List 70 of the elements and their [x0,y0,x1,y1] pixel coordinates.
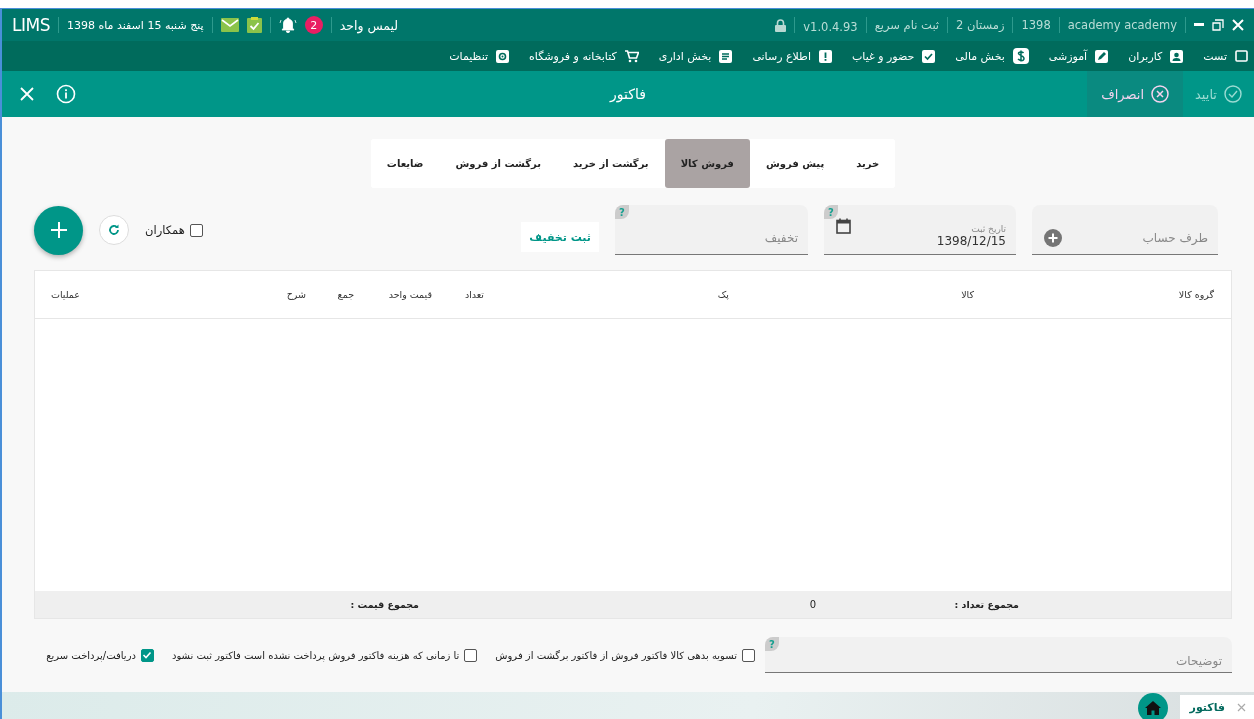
option-checkbox[interactable]: تسویه بدهی کالا فاکتور فروش از فاکتور برگشت از فروش [495,648,755,662]
column-header: قیمت واحد [387,289,433,300]
unit-name: لیمس واحد [339,17,399,33]
total-count-value: 0 [808,599,817,610]
column-header: پک [716,289,730,300]
date-label: پنج شنبه 15 اسفند ماه 1398 [66,18,204,32]
lock-icon [775,18,787,32]
minimize-icon[interactable] [1194,23,1204,27]
total-price-label: مجموع قیمت : [349,599,419,610]
settings-icon [496,49,510,63]
refresh-button[interactable] [99,215,129,245]
column-header: عملیات [50,289,81,300]
menu-item[interactable]: تنظیمات [449,49,510,63]
help-badge: ? [765,637,779,651]
column-header: کالا [960,289,975,300]
field-label: تاریخ ثبت [971,224,1006,234]
checkmark-icon [142,650,153,660]
column-header: شرح [285,289,307,300]
menu-item[interactable]: تست [1203,49,1248,63]
notification-badge: 2 [304,16,323,34]
calendar-icon[interactable] [836,218,851,234]
alert-icon [818,49,832,63]
add-button[interactable] [34,205,83,255]
account-field[interactable]: طرف حساب [1032,205,1218,255]
column-header: تعداد [463,289,485,300]
total-count-label: مجموع تعداد : [953,599,1019,610]
column-header: گروه کالا [1177,289,1215,300]
apply-discount-button[interactable]: ثبت تخفیف [521,222,599,252]
menu-item[interactable]: آموزشی [1048,49,1109,63]
tab[interactable]: فروش کالا [664,139,750,188]
square-icon [1235,50,1248,62]
year-label: 1398 [1021,18,1051,32]
checkbox-icon [922,49,936,63]
quick-register-link[interactable]: ثبت نام سریع [874,18,940,32]
help-badge: ? [824,205,838,219]
column-header: جمع [336,289,355,300]
info-icon[interactable] [56,84,76,104]
person-icon [1170,49,1184,63]
home-icon [1144,701,1161,715]
dollar-icon [1012,48,1029,64]
menu-item[interactable]: اطلاع رسانی [752,49,832,63]
menu-item[interactable]: بخش مالی [955,48,1029,64]
plus-icon [49,221,68,239]
restore-icon[interactable] [1212,19,1224,31]
menu-item[interactable]: کتابخانه و فروشگاه [529,49,639,63]
add-circle-icon[interactable] [1044,229,1062,247]
term-label: زمستان 2 [956,18,1005,32]
page-title: فاکتور [610,86,646,102]
cart-icon [624,49,639,63]
mail-icon[interactable] [220,18,239,32]
pencil-icon [1095,49,1109,63]
document-tab[interactable]: فاکتور [1179,695,1254,719]
clipboard-check-icon[interactable] [246,17,262,33]
cancel-circle-icon [1151,85,1170,103]
app-logo: LIMS [12,15,50,35]
bell-icon[interactable] [278,17,297,33]
document-icon [719,49,733,63]
help-badge: ? [615,205,629,219]
menu-item[interactable]: کاربران [1128,49,1184,63]
version-label: v1.0.4.93 [803,20,858,34]
refresh-icon [108,224,120,236]
option-checkbox[interactable]: تا زمانی که هزینه فاکتور فروش پرداخت نشده است فاکتور ثبت نشود [171,648,478,662]
menu-item[interactable]: بخش اداری [658,49,733,63]
menu-item[interactable]: حضور و غیاب [851,49,936,63]
colleagues-checkbox[interactable]: همکاران [145,223,203,237]
date-value: 1398/12/15 [936,234,1006,248]
check-circle-icon [1224,85,1242,103]
option-checkbox[interactable]: دریافت/پرداخت سریع [46,648,154,662]
user-name: academy academy [1067,18,1177,32]
home-button[interactable] [1137,693,1168,719]
